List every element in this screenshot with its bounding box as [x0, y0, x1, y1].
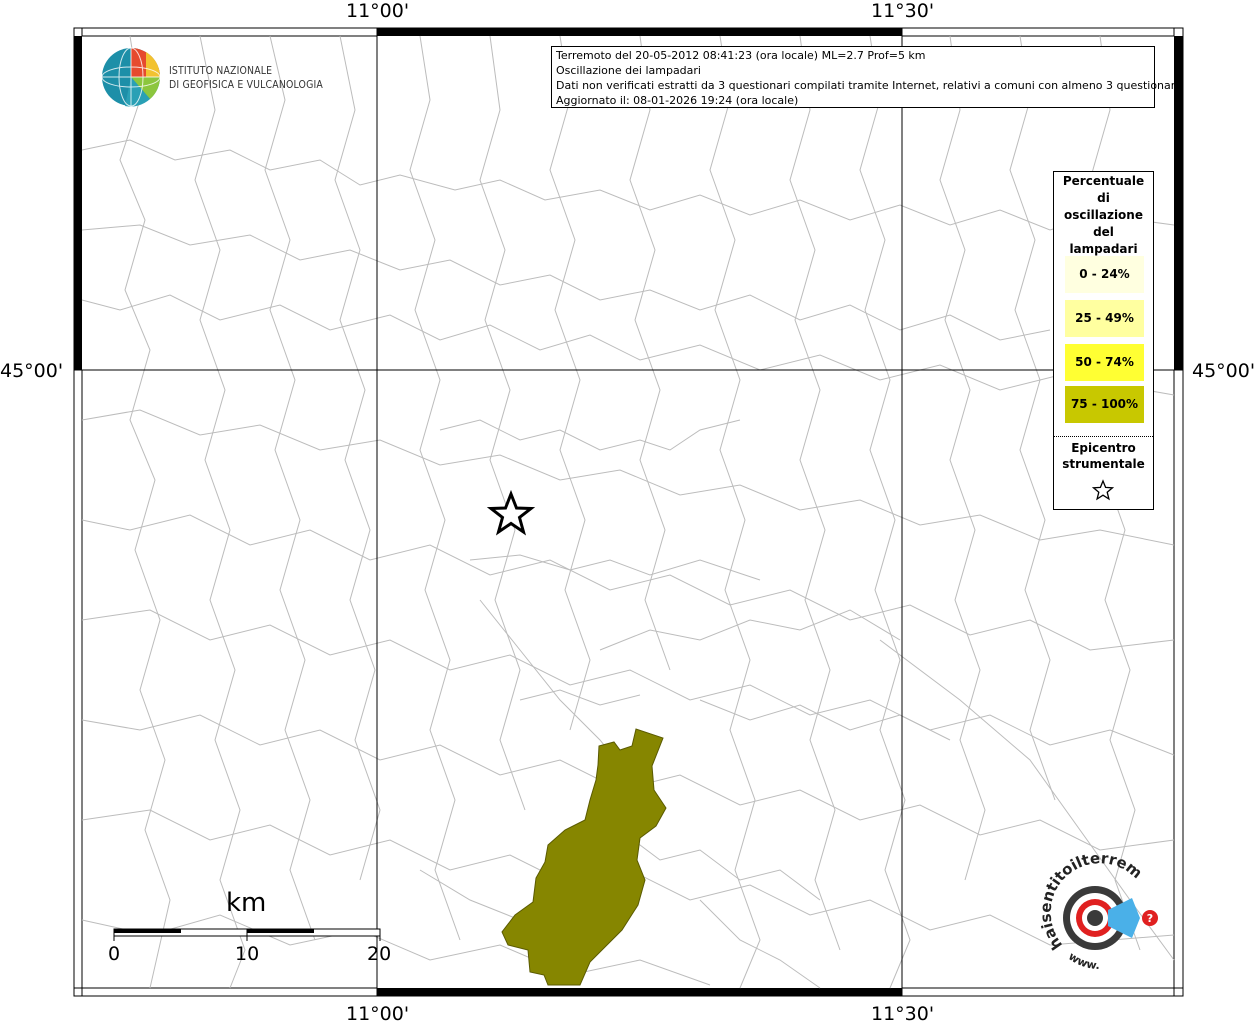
event-info-line1: Terremoto del 20-05-2012 08:41:23 (ora l…: [556, 49, 926, 62]
event-info-line3: Dati non verificati estratti da 3 questi…: [556, 79, 1182, 92]
legend-class-0: 0 - 24%: [1065, 256, 1144, 293]
legend-separator: [1054, 436, 1153, 437]
lon-label-top-right: 11°30': [871, 0, 935, 22]
legend-class-1: 25 - 49%: [1065, 300, 1144, 337]
legend-class-3: 75 - 100%: [1065, 386, 1144, 423]
ingv-logo-line2: DI GEOFISICA E VULCANOLOGIA: [169, 78, 324, 91]
legend-title-line3: oscillazione: [1064, 208, 1143, 222]
legend-class-2: 50 - 74%: [1065, 344, 1144, 381]
legend-title-line2: di: [1097, 191, 1110, 205]
star-icon: [1092, 479, 1114, 501]
lat-label-right: 45°00': [1192, 360, 1256, 382]
legend-epicenter-line1: Epicentro: [1071, 441, 1136, 455]
legend-epicenter-line2: strumentale: [1062, 457, 1145, 471]
lon-label-bottom-left: 11°00': [346, 1003, 410, 1025]
event-info-line4: Aggiornato il: 08-01-2026 19:24 (ora loc…: [556, 94, 799, 107]
event-info-box: Terremoto del 20-05-2012 08:41:23 (ora l…: [551, 46, 1182, 108]
legend-title: Percentuale di oscillazione del lampadar…: [1054, 173, 1153, 258]
map-canvas: ? haisentitoilterremoto.it www.: [0, 0, 1184, 997]
legend: Percentuale di oscillazione del lampadar…: [1053, 171, 1154, 510]
scale-tick-10: 10: [235, 943, 260, 965]
scale-tick-20: 20: [367, 943, 392, 965]
lat-label-left: 45°00': [0, 360, 64, 382]
lon-label-top-left: 11°00': [346, 0, 410, 22]
lon-label-bottom-right: 11°30': [871, 1003, 935, 1025]
scale-tick-0: 0: [108, 943, 121, 965]
scale-title: km: [226, 888, 267, 918]
legend-epicenter-label: Epicentro strumentale: [1054, 440, 1153, 472]
event-info-line2: Oscillazione dei lampadari: [556, 64, 701, 77]
legend-title-line1: Percentuale: [1062, 174, 1145, 188]
svg-text:?: ?: [1147, 912, 1153, 925]
ingv-logo-line1: ISTITUTO NAZIONALE: [169, 64, 273, 77]
legend-title-line4: del: [1093, 225, 1114, 239]
